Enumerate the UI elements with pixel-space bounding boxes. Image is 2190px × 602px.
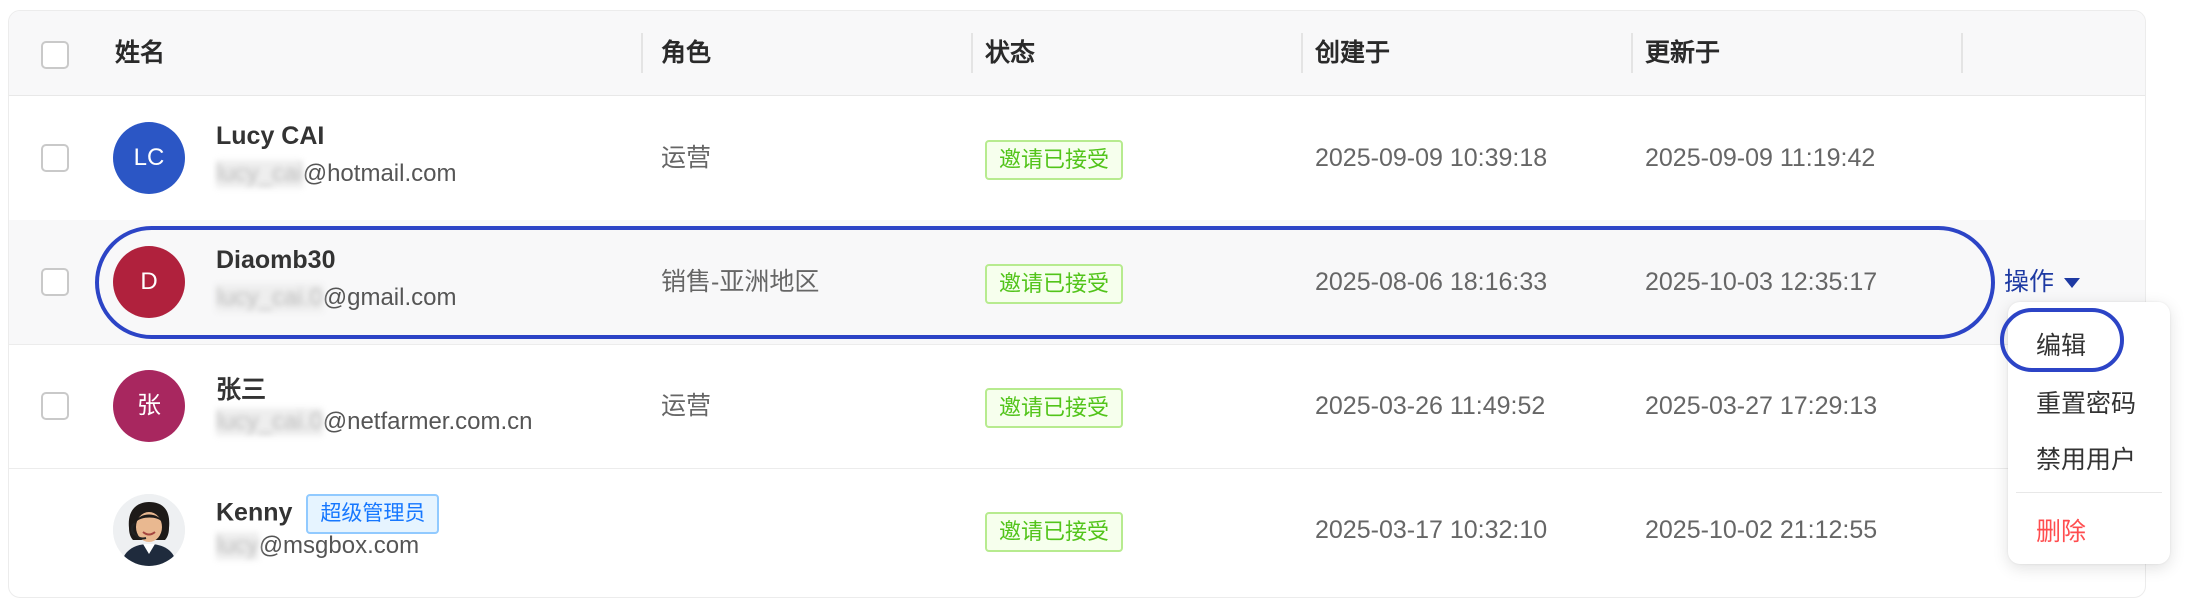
column-divider: [641, 33, 643, 73]
menu-item-delete[interactable]: 删除: [2036, 512, 2086, 548]
user-photo-icon: [113, 494, 185, 566]
column-divider: [1961, 33, 1963, 73]
created-at: 2025-03-17 10:32:10: [1315, 516, 1548, 544]
user-name: Kenny 超级管理员: [216, 494, 440, 534]
menu-divider: [2016, 492, 2162, 493]
edit-highlight-annotation: [2000, 308, 2124, 372]
user-email: lucy_cai@hotmail.com: [216, 160, 456, 188]
column-divider: [1301, 33, 1303, 73]
updated-at: 2025-09-09 11:19:42: [1645, 144, 1876, 172]
status-badge: 邀请已接受: [985, 140, 1124, 180]
email-masked: lucy: [216, 532, 259, 560]
header-created[interactable]: 创建于: [1315, 11, 1390, 95]
table-row[interactable]: 张 张三 lucy_cai.0@netfarmer.com.cn 运营 邀请已接…: [9, 344, 2145, 469]
caret-down-icon: [2064, 278, 2081, 289]
column-divider: [1631, 33, 1633, 73]
header-name[interactable]: 姓名: [115, 11, 165, 95]
user-name: Lucy CAI: [216, 122, 325, 150]
user-email: lucy_cai.0@netfarmer.com.cn: [216, 408, 533, 436]
row-highlight-annotation: [95, 226, 1995, 339]
email-domain: @msgbox.com: [258, 532, 420, 559]
status-badge: 邀请已接受: [985, 388, 1124, 428]
select-all-checkbox[interactable]: [41, 41, 69, 69]
row-checkbox[interactable]: [41, 392, 69, 420]
table-row[interactable]: Kenny 超级管理员 lucy@msgbox.com 邀请已接受 2025-03…: [9, 468, 2145, 592]
menu-item-reset-password[interactable]: 重置密码: [2036, 384, 2136, 420]
user-email: lucy@msgbox.com: [216, 532, 419, 560]
header-updated[interactable]: 更新于: [1645, 11, 1720, 95]
email-domain: @netfarmer.com.cn: [322, 408, 533, 435]
email-masked: lucy_cai: [216, 160, 303, 188]
row-checkbox[interactable]: [41, 144, 69, 172]
status-badge: 邀请已接受: [985, 512, 1124, 552]
menu-item-disable-user[interactable]: 禁用用户: [2036, 440, 2136, 476]
column-divider: [971, 33, 973, 73]
actions-label: 操作: [2004, 268, 2055, 296]
table-row[interactable]: LC Lucy CAI lucy_cai@hotmail.com 运营 邀请已接…: [9, 96, 2145, 221]
role-badge: 超级管理员: [306, 494, 440, 534]
updated-at: 2025-03-27 17:29:13: [1645, 392, 1878, 420]
created-at: 2025-09-09 10:39:18: [1315, 144, 1548, 172]
email-domain: @hotmail.com: [302, 160, 457, 187]
user-role: 运营: [661, 392, 712, 420]
updated-at: 2025-10-02 21:12:55: [1645, 516, 1878, 544]
actions-dropdown-trigger[interactable]: 操作: [2004, 262, 2081, 298]
avatar-photo: [113, 494, 185, 566]
table-header: 姓名 角色 状态 创建于 更新于: [9, 11, 2145, 96]
created-at: 2025-03-26 11:49:52: [1315, 392, 1546, 420]
header-status[interactable]: 状态: [985, 11, 1035, 95]
row-checkbox[interactable]: [41, 268, 69, 296]
email-masked: lucy_cai.0: [216, 408, 323, 436]
avatar: LC: [113, 122, 185, 194]
user-role: 运营: [661, 144, 712, 172]
user-name: 张三: [216, 376, 267, 404]
avatar: 张: [113, 370, 185, 442]
user-name-text: Kenny: [216, 498, 293, 527]
header-role[interactable]: 角色: [661, 11, 711, 95]
